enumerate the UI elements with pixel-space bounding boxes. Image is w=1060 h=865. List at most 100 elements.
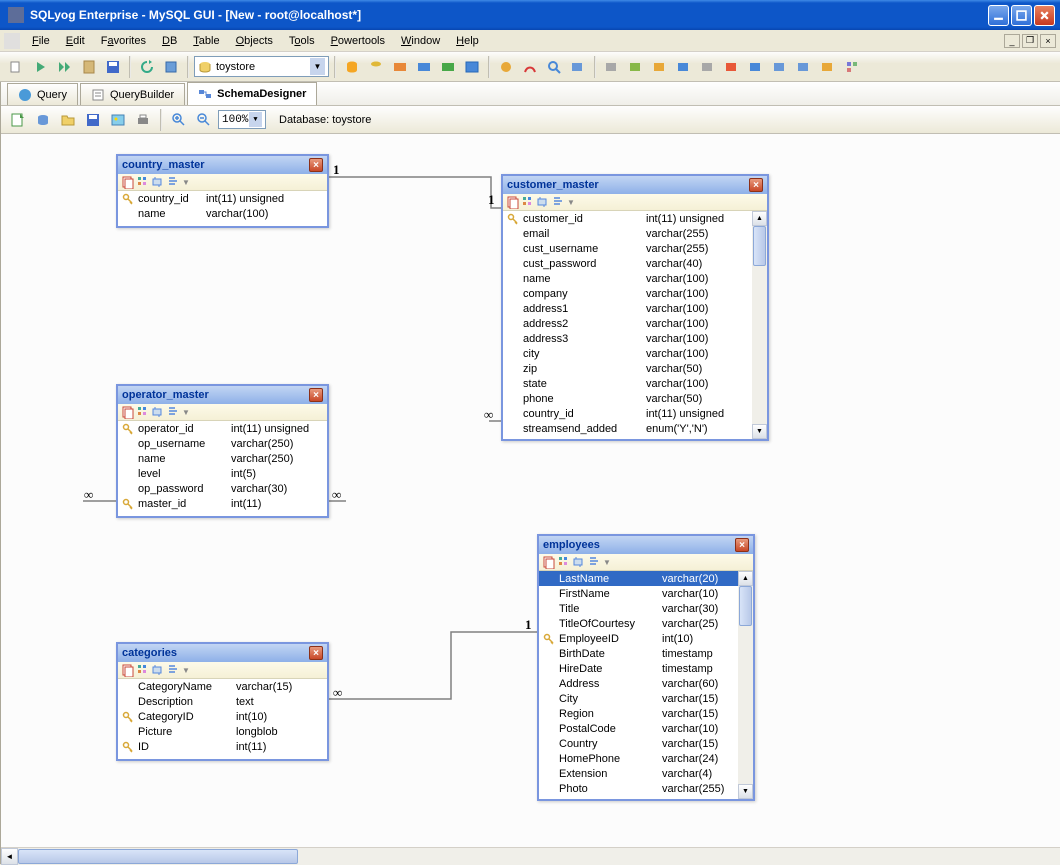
column-row[interactable]: TitleOfCourtesyvarchar(25): [539, 616, 738, 631]
column-row[interactable]: HireDatetimestamp: [539, 661, 738, 676]
tb-8[interactable]: [519, 56, 541, 78]
sub-icon[interactable]: [151, 663, 165, 677]
tab-schema-designer[interactable]: SchemaDesigner: [187, 82, 317, 105]
tab-query-builder[interactable]: QueryBuilder: [80, 83, 185, 105]
dtb-zoom-in[interactable]: [168, 109, 190, 131]
column-row[interactable]: Countryvarchar(15): [539, 736, 738, 751]
sub-icon[interactable]: [151, 405, 165, 419]
column-row[interactable]: Photovarchar(255): [539, 781, 738, 796]
tb-1[interactable]: [341, 56, 363, 78]
tb-12[interactable]: [625, 56, 647, 78]
tb-7[interactable]: [495, 56, 517, 78]
dtb-db[interactable]: [32, 109, 54, 131]
column-row[interactable]: master_idint(11): [118, 496, 327, 511]
tb-18[interactable]: [769, 56, 791, 78]
sub-icon[interactable]: [536, 195, 550, 209]
db-dropdown-arrow[interactable]: ▼: [310, 58, 325, 75]
tb-6[interactable]: [461, 56, 483, 78]
column-row[interactable]: cityvarchar(100): [503, 346, 752, 361]
column-row[interactable]: namevarchar(100): [118, 206, 327, 221]
tb-11[interactable]: [601, 56, 623, 78]
column-row[interactable]: phonevarchar(50): [503, 391, 752, 406]
mdi-minimize[interactable]: _: [1004, 34, 1020, 48]
column-row[interactable]: IDint(11): [118, 739, 327, 754]
schema-table-customer_master[interactable]: customer_master× ▼ customer_idint(11) unsi…: [501, 174, 769, 441]
sub-icon[interactable]: [166, 663, 180, 677]
sub-icon[interactable]: [151, 175, 165, 189]
column-row[interactable]: operator_idint(11) unsigned: [118, 421, 327, 436]
column-row[interactable]: streamsend_addedenum('Y','N'): [503, 421, 752, 436]
column-row[interactable]: cust_passwordvarchar(40): [503, 256, 752, 271]
tb-9[interactable]: [543, 56, 565, 78]
table-close-icon[interactable]: ×: [309, 646, 323, 660]
tb-20[interactable]: [817, 56, 839, 78]
scroll-down[interactable]: ▼: [738, 784, 753, 799]
zoom-selector[interactable]: 100% ▼: [218, 110, 266, 129]
tb-16[interactable]: [721, 56, 743, 78]
hscroll-left[interactable]: ◄: [1, 848, 18, 865]
close-button[interactable]: [1034, 5, 1055, 26]
scroll-up[interactable]: ▲: [738, 571, 753, 586]
tab-query[interactable]: Query: [7, 83, 78, 105]
column-row[interactable]: Titlevarchar(30): [539, 601, 738, 616]
table-title-bar[interactable]: customer_master×: [503, 176, 767, 194]
table-vscroll[interactable]: ▲▼: [738, 571, 753, 799]
table-title-bar[interactable]: employees×: [539, 536, 753, 554]
tb-15[interactable]: [697, 56, 719, 78]
sub-icon[interactable]: [506, 195, 520, 209]
mdi-close[interactable]: ×: [1040, 34, 1056, 48]
sub-dropdown[interactable]: ▼: [182, 178, 190, 187]
menu-powertools[interactable]: Powertools: [323, 33, 393, 49]
column-row[interactable]: CategoryNamevarchar(15): [118, 679, 327, 694]
column-row[interactable]: Cityvarchar(15): [539, 691, 738, 706]
tb-17[interactable]: [745, 56, 767, 78]
column-row[interactable]: Picturelongblob: [118, 724, 327, 739]
tb-21[interactable]: [841, 56, 863, 78]
sub-dropdown[interactable]: ▼: [603, 558, 611, 567]
menu-file[interactable]: File: [24, 33, 58, 49]
sub-dropdown[interactable]: ▼: [182, 408, 190, 417]
stop-button[interactable]: [160, 56, 182, 78]
table-title-bar[interactable]: operator_master×: [118, 386, 327, 404]
canvas-hscroll[interactable]: ◄ ►: [1, 847, 1060, 864]
tb-2[interactable]: [365, 56, 387, 78]
column-row[interactable]: country_idint(11) unsigned: [118, 191, 327, 206]
column-row[interactable]: HomePhonevarchar(24): [539, 751, 738, 766]
scroll-down[interactable]: ▼: [752, 424, 767, 439]
sub-icon[interactable]: [521, 195, 535, 209]
column-row[interactable]: customer_idint(11) unsigned: [503, 211, 752, 226]
column-row[interactable]: levelint(5): [118, 466, 327, 481]
column-row[interactable]: companyvarchar(100): [503, 286, 752, 301]
run-button[interactable]: [30, 56, 52, 78]
tb-13[interactable]: [649, 56, 671, 78]
database-selector[interactable]: toystore ▼: [194, 56, 329, 77]
sub-icon[interactable]: [166, 405, 180, 419]
scroll-up[interactable]: ▲: [752, 211, 767, 226]
column-row[interactable]: Regionvarchar(15): [539, 706, 738, 721]
table-title-bar[interactable]: country_master×: [118, 156, 327, 174]
tb-3[interactable]: [389, 56, 411, 78]
dtb-image[interactable]: [107, 109, 129, 131]
schema-table-categories[interactable]: categories×▼CategoryNamevarchar(15)Descr…: [116, 642, 329, 761]
dtb-new[interactable]: [7, 109, 29, 131]
dtb-save[interactable]: [82, 109, 104, 131]
sub-icon[interactable]: [136, 175, 150, 189]
column-row[interactable]: namevarchar(100): [503, 271, 752, 286]
tb-14[interactable]: [673, 56, 695, 78]
run-all-button[interactable]: [54, 56, 76, 78]
zoom-dropdown-arrow[interactable]: ▼: [249, 112, 262, 127]
sub-icon[interactable]: [121, 405, 135, 419]
sub-dropdown[interactable]: ▼: [182, 666, 190, 675]
menu-objects[interactable]: Objects: [228, 33, 281, 49]
sub-dropdown[interactable]: ▼: [567, 198, 575, 207]
column-row[interactable]: cust_usernamevarchar(255): [503, 241, 752, 256]
maximize-button[interactable]: [1011, 5, 1032, 26]
table-title-bar[interactable]: categories×: [118, 644, 327, 662]
column-row[interactable]: namevarchar(250): [118, 451, 327, 466]
save-button[interactable]: [102, 56, 124, 78]
column-row[interactable]: LastNamevarchar(20): [539, 571, 738, 586]
column-row[interactable]: address1varchar(100): [503, 301, 752, 316]
menu-help[interactable]: Help: [448, 33, 487, 49]
sub-icon[interactable]: [557, 555, 571, 569]
sub-icon[interactable]: [121, 663, 135, 677]
